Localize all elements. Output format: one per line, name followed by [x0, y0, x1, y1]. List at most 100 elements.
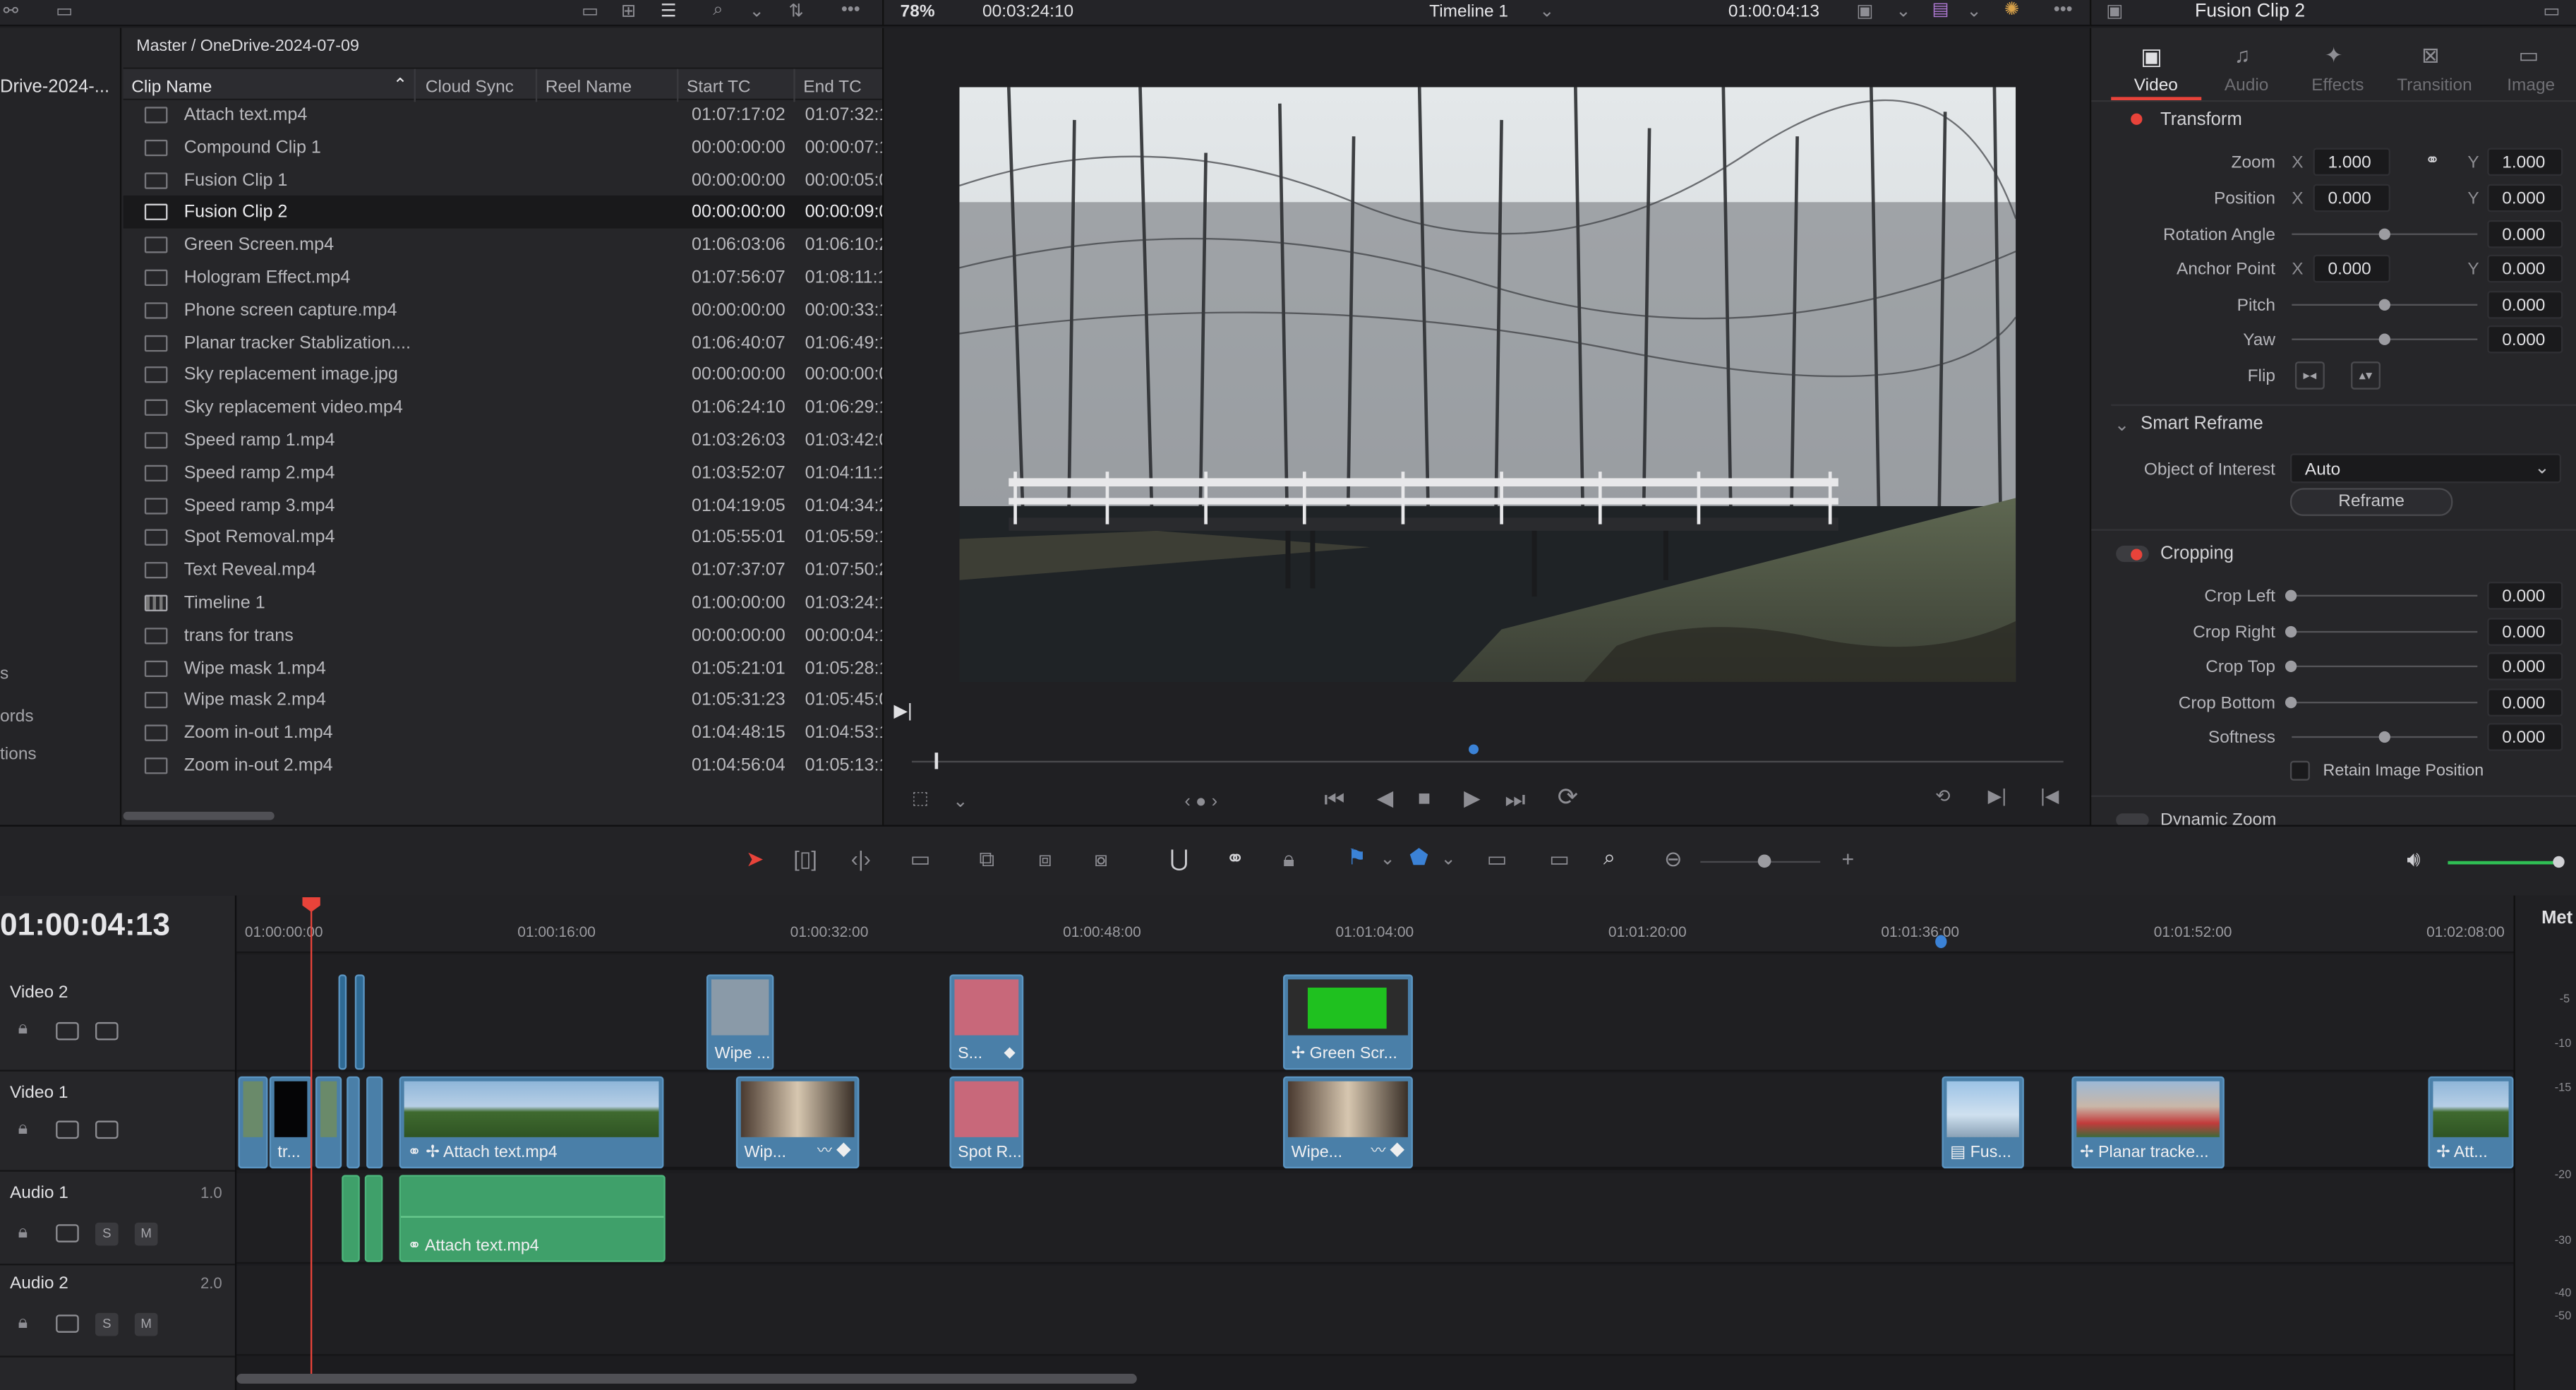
chevron-down-icon[interactable]: ⌄ [1896, 2, 1910, 22]
smart-reframe-title[interactable]: Smart Reframe [2141, 414, 2263, 434]
track-name-audio-1[interactable]: Audio 1 [10, 1183, 68, 1203]
cropping-title[interactable]: Cropping [2160, 544, 2234, 564]
anchor-y-field[interactable]: 0.000 [2487, 254, 2563, 283]
zoom-full-icon[interactable]: ▭ [1487, 848, 1507, 869]
match-frame-icon[interactable]: ⟲ [1935, 788, 1950, 807]
previous-edit-icon[interactable]: |◀ [2040, 788, 2059, 807]
speaker-icon[interactable]: 🔊︎ [2407, 848, 2420, 869]
timeline-clip-green-screen[interactable]: ✢ Green Scr... [1283, 974, 1413, 1070]
timeline-clip-wipe[interactable]: Wipe... 〰 ◆ [1283, 1076, 1413, 1169]
lock-icon[interactable]: 🔒︎ [18, 1019, 28, 1039]
chevron-down-icon[interactable]: ⌄ [953, 793, 968, 812]
lock-icon[interactable]: 🔒︎ [18, 1314, 28, 1333]
timeline-clip-spot-removal[interactable]: Spot R... [949, 1076, 1024, 1169]
clip-row[interactable]: Wipe mask 2.mp4 01:05:31:23 01:05:45:0 [124, 684, 882, 717]
column-cloud-sync[interactable]: Cloud Sync [417, 68, 538, 102]
crop-top-slider[interactable] [2292, 665, 2478, 668]
timeline-marker[interactable] [1935, 935, 1947, 949]
mute-button[interactable]: M [134, 1222, 158, 1246]
timeline-zoom-knob[interactable] [1757, 854, 1771, 868]
inspector-icon[interactable]: ▣ [2106, 2, 2123, 22]
position-x-field[interactable]: 0.000 [2313, 184, 2390, 212]
dynamic-zoom-title[interactable]: Dynamic Zoom [2160, 810, 2276, 825]
column-reel-name[interactable]: Reel Name [537, 68, 679, 102]
snapping-icon[interactable]: ⋃ [1169, 846, 1188, 870]
chevron-down-icon[interactable]: ⌄ [749, 2, 764, 22]
cropping-toggle[interactable] [2116, 545, 2149, 563]
loop-icon[interactable]: ⟳ [1558, 786, 1578, 810]
zoom-y-field[interactable]: 1.000 [2487, 148, 2563, 176]
thumbnail-view-icon[interactable]: ▭ [582, 2, 598, 22]
tab-video[interactable]: ▣ Video [2111, 36, 2202, 102]
comment-icon[interactable]: ▭ [56, 2, 73, 22]
column-start-tc[interactable]: Start TC [678, 68, 795, 102]
clip-row[interactable]: Fusion Clip 1 00:00:00:00 00:00:05:0 [124, 164, 882, 196]
softness-field[interactable]: 0.000 [2487, 723, 2563, 751]
crop-left-slider[interactable] [2292, 594, 2478, 597]
auto-select-icon[interactable] [56, 1021, 79, 1041]
reverse-play-icon[interactable]: ◀ [1377, 787, 1393, 808]
crop-right-field[interactable]: 0.000 [2487, 618, 2563, 646]
stop-icon[interactable]: ■ [1418, 787, 1431, 808]
overwrite-clip-icon[interactable]: ⧈ [1038, 848, 1052, 869]
lock-icon[interactable]: 🔒︎ [18, 1223, 28, 1242]
solo-button[interactable]: S [95, 1222, 119, 1246]
timeline-audio-clip[interactable] [364, 1175, 383, 1262]
timeline-clip-fusion[interactable]: ▤ Fus... [1942, 1076, 2024, 1169]
search-icon[interactable]: ⌕ [713, 1, 723, 20]
jog-control-icon[interactable]: ‹ ● › [1184, 793, 1217, 812]
link-icon[interactable]: ⚭ [2425, 152, 2440, 171]
viewer-scrubber[interactable] [911, 760, 2064, 763]
clip-row[interactable]: Attach text.mp4 01:07:17:02 01:07:32:1 [124, 99, 882, 131]
timeline-clip-wipe[interactable]: Wipe ... [706, 974, 774, 1070]
track-name-video-1[interactable]: Video 1 [10, 1083, 68, 1103]
timeline-scrollbar[interactable] [236, 1374, 1137, 1384]
sort-icon[interactable]: ⇅ [788, 2, 803, 22]
more-options-icon[interactable]: ••• [2054, 1, 2073, 20]
tab-effects[interactable]: ✦ Effects [2300, 36, 2374, 102]
track-name-audio-2[interactable]: Audio 2 [10, 1274, 68, 1293]
timeline-clip[interactable] [315, 1076, 342, 1169]
crop-bottom-field[interactable]: 0.000 [2487, 688, 2563, 717]
crop-left-field[interactable]: 0.000 [2487, 582, 2563, 610]
auto-select-icon[interactable] [56, 1314, 79, 1333]
playhead[interactable] [310, 897, 313, 1374]
flip-vertical-icon[interactable]: ▴▾ [2351, 361, 2381, 390]
insert-clip-icon[interactable]: ⧉ [979, 848, 994, 869]
smart-bin-keywords[interactable]: ords [0, 707, 34, 726]
clip-row[interactable]: Speed ramp 3.mp4 01:04:19:05 01:04:34:2 [124, 489, 882, 522]
more-options-icon[interactable]: ••• [841, 1, 860, 20]
track-visibility-icon[interactable] [95, 1120, 119, 1139]
timeline-clip[interactable] [338, 974, 347, 1070]
timeline-clip-s[interactable]: S... ◆ [949, 974, 1024, 1070]
timeline-clip-planar-tracker[interactable]: ✢ Planar tracke... [2071, 1076, 2225, 1169]
clip-row[interactable]: Hologram Effect.mp4 01:07:56:07 01:08:11:1 [124, 261, 882, 294]
go-to-end-icon[interactable]: ⏭ [1505, 787, 1525, 810]
clip-row[interactable]: Text Reveal.mp4 01:07:37:07 01:07:50:2 [124, 554, 882, 587]
play-to-end-icon[interactable]: ▶| [893, 702, 912, 721]
timeline-clip-wipe-mask[interactable]: Wip... 〰 ◆ [735, 1076, 860, 1169]
lock-icon[interactable]: 🔒︎ [18, 1120, 28, 1139]
mute-button[interactable]: M [134, 1312, 158, 1336]
link-icon[interactable]: ⚯ [4, 2, 18, 22]
replace-clip-icon[interactable]: ⧇ [1094, 848, 1107, 869]
crop-bottom-knob[interactable] [2285, 696, 2297, 709]
clip-row[interactable]: Zoom in-out 2.mp4 01:04:56:04 01:05:13:1 [124, 749, 882, 781]
position-y-field[interactable]: 0.000 [2487, 184, 2563, 212]
auto-select-icon[interactable] [56, 1224, 79, 1242]
timeline-audio-clip-attach-text[interactable]: ⚭ Attach text.mp4 [399, 1175, 666, 1262]
timeline-audio-clip[interactable] [342, 1175, 360, 1262]
clip-row[interactable]: Sky replacement video.mp4 01:06:24:10 01:0… [124, 391, 882, 424]
crop-bottom-slider[interactable] [2292, 701, 2478, 704]
zoom-x-field[interactable]: 1.000 [2313, 148, 2390, 176]
timeline-clip[interactable] [347, 1076, 360, 1169]
chevron-down-icon[interactable]: ⌄ [1440, 851, 1455, 870]
tab-image[interactable]: ▭ Image [2497, 36, 2571, 102]
chevron-down-icon[interactable]: ⌄ [1539, 2, 1554, 22]
clip-row[interactable]: Compound Clip 1 00:00:00:00 00:00:07:1 [124, 131, 882, 164]
scrubber-playhead[interactable] [934, 753, 939, 769]
position-lock-icon[interactable]: 🔒︎ [1283, 848, 1294, 869]
timeline-clip-attach-text[interactable]: ⚭ ✢ Attach text.mp4 [399, 1076, 664, 1169]
timeline-name[interactable]: Timeline 1 [1429, 1, 1508, 21]
tab-transition[interactable]: ⊠ Transition [2390, 36, 2481, 102]
